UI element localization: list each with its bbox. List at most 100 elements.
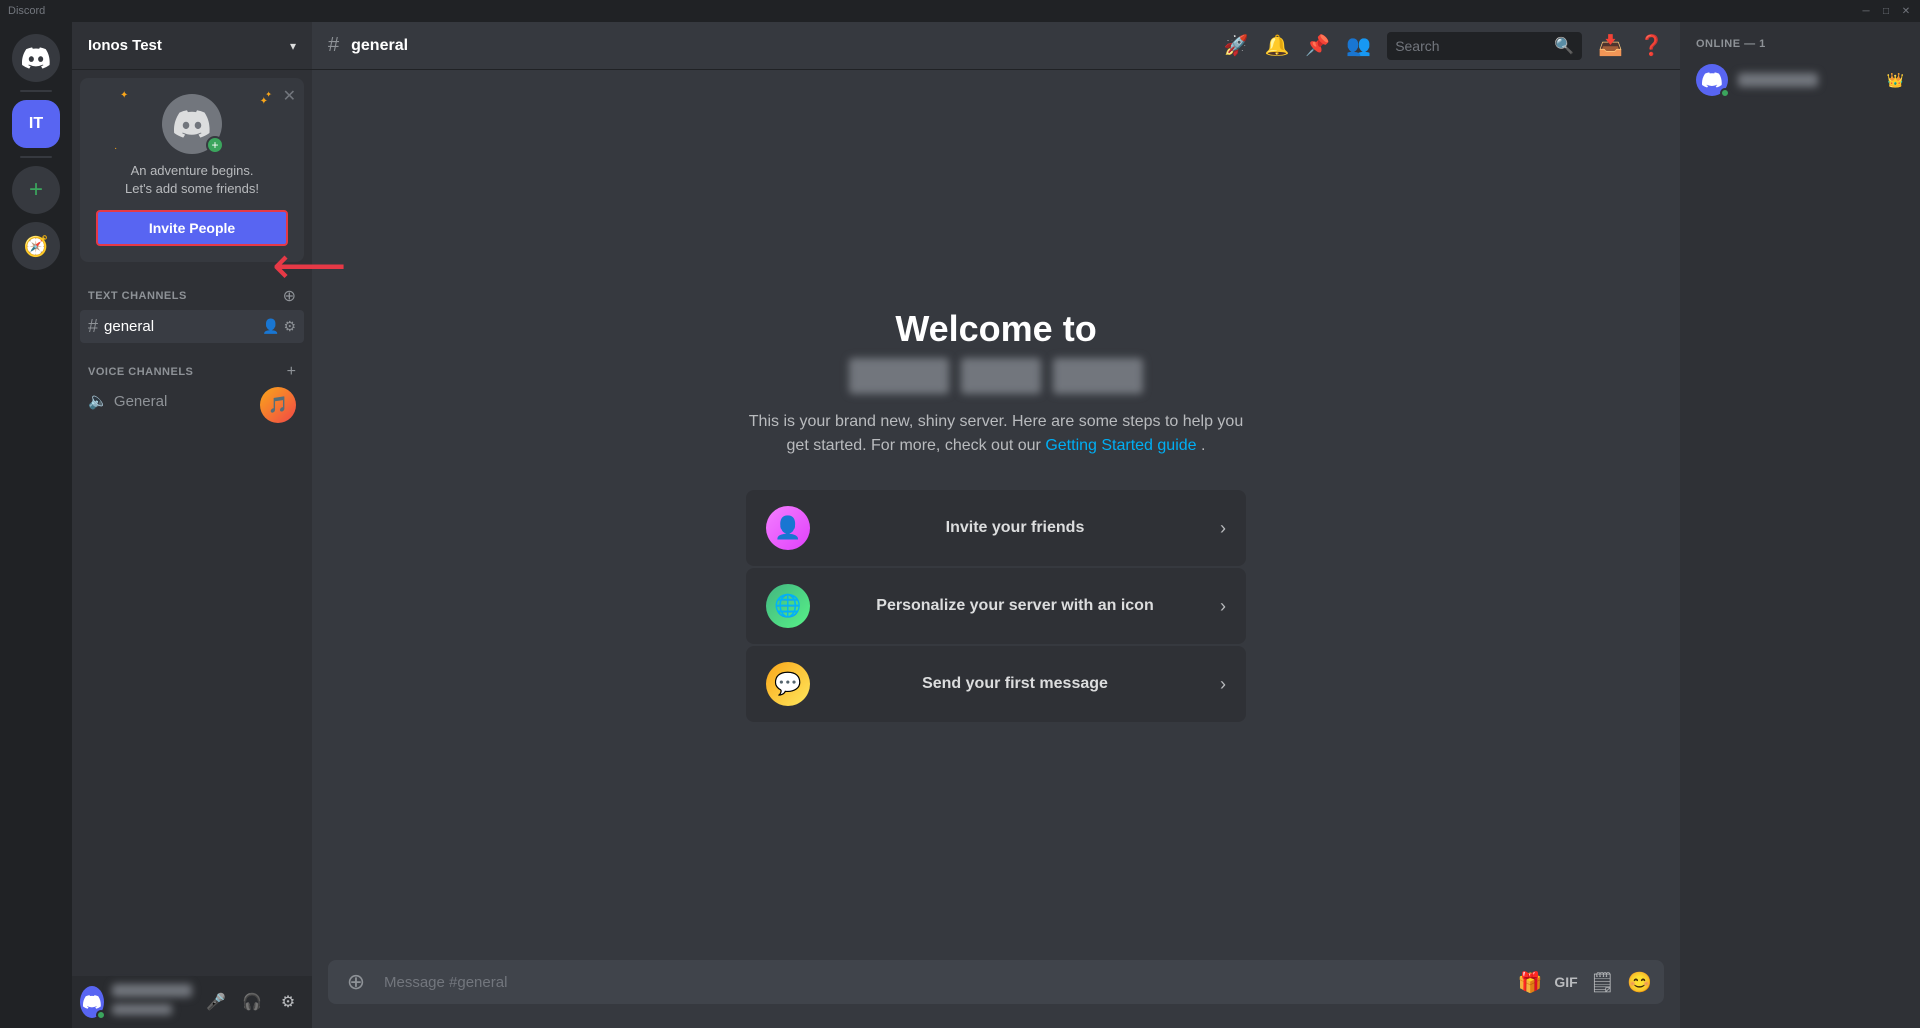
invite-people-button[interactable]: Invite People [96,210,288,246]
personalize-server-icon: 🌐 [766,584,810,628]
message-actions: 🎁 GIF 🗒 😊 [1517,970,1652,995]
invite-friends-chevron: › [1220,518,1226,539]
add-voice-channel-button[interactable]: + [287,363,296,381]
send-message-chevron: › [1220,674,1226,695]
help-icon[interactable]: ❓ [1639,33,1664,58]
member-online-dot [1720,88,1730,98]
voice-channels-section: Voice Channels + 🔈 General 🎵 [72,347,312,427]
gift-icon[interactable]: 🎁 [1517,970,1542,995]
search-box[interactable]: Search 🔍 [1387,32,1582,60]
minimize-button[interactable]: ─ [1860,5,1872,17]
title-bar: Discord ─ □ ✕ [0,0,1920,22]
chat-area: Welcome to This is your brand new, shiny… [312,70,1680,960]
user-area: 🎤 🎧 ⚙ [72,976,312,1028]
inbox-icon[interactable]: 📥 [1598,33,1623,58]
onboarding-popup: ✕ ✦ ✦ · + ✦ An adventure begins. Let's a… [80,78,304,262]
members-icon[interactable]: 👥 [1346,33,1371,58]
header-icons: 🚀 🔔 📌 👥 Search 🔍 📥 ❓ [1224,32,1664,60]
pin-icon[interactable]: 📌 [1305,33,1330,58]
server-rail: IT + 🧭 [0,22,72,1028]
user-avatar [80,986,104,1018]
user-controls: 🎤 🎧 ⚙ [200,986,304,1018]
gif-button[interactable]: GIF [1554,974,1577,990]
bell-icon[interactable]: 🔔 [1264,33,1289,58]
message-input-box: ⊕ 🎁 GIF 🗒 😊 [328,960,1664,1004]
invite-friends-label: Invite your friends [826,519,1204,537]
server-header[interactable]: Ionos Test ▾ [72,22,312,70]
server-rail-divider-2 [20,156,52,158]
popup-description: An adventure begins. Let's add some frie… [96,162,288,198]
settings-icon[interactable]: ⚙ [283,318,296,335]
channel-action-icons: 👤 ⚙ [262,318,296,335]
discover-servers-button[interactable]: 🧭 [12,222,60,270]
voice-channel-general[interactable]: 🔈 General [80,385,304,417]
add-icon: + [29,176,43,204]
sparkle-icon-1: ✦ [120,90,128,101]
user-tag-display [112,1004,172,1015]
deafen-button[interactable]: 🎧 [236,986,268,1018]
personalize-server-label: Personalize your server with an icon [826,597,1204,615]
member-item[interactable]: 👑 [1688,58,1912,102]
discord-home-button[interactable] [12,34,60,82]
popup-avatar-wrap: ✦ ✦ · + ✦ [96,94,288,154]
invite-friends-card[interactable]: 👤 Invite your friends › [746,490,1246,566]
server-rail-divider [20,90,52,92]
chevron-down-icon: ▾ [290,39,296,53]
blurred-name-3 [1053,358,1143,394]
message-input[interactable] [384,962,1505,1003]
send-message-icon: 💬 [766,662,810,706]
personalize-server-chevron: › [1220,596,1226,617]
window-controls[interactable]: ─ □ ✕ [1860,5,1912,17]
server-name: Ionos Test [88,37,162,54]
user-status-dot [96,1010,106,1020]
main-content: # general 🚀 🔔 📌 👥 Search 🔍 📥 ❓ Welcome t… [312,22,1680,1028]
members-sidebar: ONLINE — 1 👑 [1680,22,1920,1028]
crown-icon: 👑 [1887,72,1904,89]
channel-header-hash-icon: # [328,34,339,57]
channel-item-general[interactable]: # general 👤 ⚙ [80,310,304,343]
member-avatar [1696,64,1728,96]
invite-friends-icon: 👤 [766,506,810,550]
member-name-blurred [1738,73,1818,87]
username-display [112,984,192,997]
popup-avatar: + [162,94,222,154]
user-settings-button[interactable]: ⚙ [272,986,304,1018]
channel-header: # general 🚀 🔔 📌 👥 Search 🔍 📥 ❓ [312,22,1680,70]
welcome-description: This is your brand new, shiny server. He… [746,410,1246,458]
sparkle-icon-4: ✦ [265,90,272,99]
action-cards: 👤 Invite your friends › 🌐 Personalize yo… [746,490,1246,722]
sticker-icon[interactable]: 🗒 [1590,970,1615,995]
compass-icon: 🧭 [24,234,49,259]
boost-icon[interactable]: 🚀 [1224,33,1249,58]
voice-channel-name-general: General [114,393,296,410]
blurred-name-1 [849,358,949,394]
text-channels-header[interactable]: Text Channels ⊕ [80,286,304,306]
message-input-area: ⊕ 🎁 GIF 🗒 😊 [312,960,1680,1028]
voice-channels-header[interactable]: Voice Channels + [80,363,304,381]
personalize-server-card[interactable]: 🌐 Personalize your server with an icon › [746,568,1246,644]
channel-name-general: general [104,318,256,335]
add-server-button[interactable]: + [12,166,60,214]
maximize-button[interactable]: □ [1880,5,1892,17]
send-message-label: Send your first message [826,675,1204,693]
voice-channels-label: Voice Channels [88,366,193,378]
user-info [112,984,192,1020]
welcome-section: Welcome to This is your brand new, shiny… [746,308,1246,722]
popup-avatar-badge: + [206,136,224,154]
search-icon: 🔍 [1554,36,1574,56]
emoji-icon[interactable]: 😊 [1627,970,1652,995]
getting-started-link[interactable]: Getting Started guide [1045,437,1196,454]
add-member-icon[interactable]: 👤 [262,318,279,335]
welcome-title: Welcome to [746,308,1246,350]
server-icon-it[interactable]: IT [12,100,60,148]
blurred-server-name-row [746,358,1246,394]
app-body: IT + 🧭 Ionos Test ▾ ✕ ✦ ✦ · [0,22,1920,1028]
channel-sidebar: Ionos Test ▾ ✕ ✦ ✦ · + ✦ [72,22,312,1028]
mute-button[interactable]: 🎤 [200,986,232,1018]
popup-line2: Let's add some friends! [96,180,288,198]
welcome-desc-end: . [1201,437,1205,454]
speaker-icon: 🔈 [88,391,108,411]
message-add-button[interactable]: ⊕ [340,960,372,1004]
send-message-card[interactable]: 💬 Send your first message › [746,646,1246,722]
close-button[interactable]: ✕ [1900,5,1912,17]
